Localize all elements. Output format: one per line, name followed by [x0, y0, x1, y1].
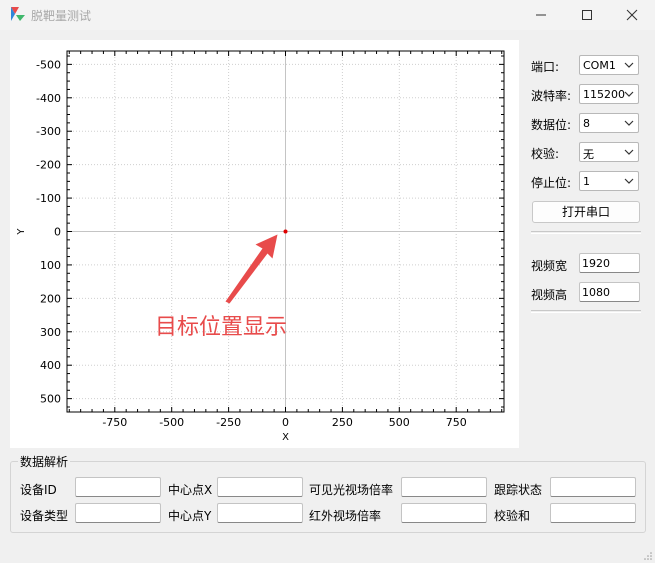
video-height-field[interactable]: 1080	[579, 282, 640, 302]
open-port-button[interactable]: 打开串口	[532, 201, 640, 223]
stopbits-select[interactable]: 1	[579, 171, 639, 191]
separator	[531, 231, 641, 234]
x-tick-label: -750	[102, 416, 127, 429]
y-tick-label: -400	[36, 92, 61, 105]
minimize-icon	[536, 14, 546, 16]
visible-zoom-field[interactable]	[401, 477, 487, 497]
y-tick-label: 100	[40, 259, 61, 272]
window-title: 脱靶量测试	[31, 9, 92, 23]
x-tick-label: 250	[332, 416, 353, 429]
x-tick-label: 750	[446, 416, 467, 429]
y-tick-label: -200	[36, 159, 61, 172]
parity-select[interactable]: 无	[579, 142, 639, 162]
y-tick-label: 500	[40, 393, 61, 406]
track-status-field[interactable]	[550, 477, 636, 497]
annotation-arrow	[225, 234, 278, 304]
checksum-label: 校验和	[494, 509, 531, 523]
y-tick-label: -500	[36, 58, 61, 71]
device-id-field[interactable]	[75, 477, 161, 497]
baud-value: 115200	[583, 88, 625, 101]
chevron-down-icon	[624, 62, 634, 68]
video-width-label: 视频宽	[531, 259, 568, 273]
center-x-label: 中心点X	[168, 483, 213, 497]
y-axis-label: Y	[16, 228, 27, 236]
parity-value: 无	[583, 148, 594, 161]
y-tick-label: 200	[40, 292, 61, 305]
chevron-down-icon	[624, 91, 634, 97]
maximize-icon	[582, 10, 592, 20]
ir-zoom-label: 红外视场倍率	[309, 509, 382, 523]
x-axis-label: X	[282, 432, 289, 443]
device-type-field[interactable]	[75, 503, 161, 523]
port-value: COM1	[583, 59, 616, 72]
y-tick-label: -100	[36, 192, 61, 205]
port-label: 端口:	[531, 60, 560, 74]
databits-select[interactable]: 8	[579, 113, 639, 133]
databits-label: 数据位:	[531, 118, 572, 132]
annotation-text: 目标位置显示	[155, 315, 287, 340]
video-width-field[interactable]: 1920	[579, 253, 640, 273]
y-tick-label: 300	[40, 326, 61, 339]
stopbits-label: 停止位:	[531, 176, 572, 190]
chevron-down-icon	[624, 120, 634, 126]
app-logo-icon	[11, 7, 25, 21]
chevron-down-icon	[624, 149, 634, 155]
video-height-label: 视频高	[531, 288, 568, 302]
device-id-label: 设备ID	[20, 483, 57, 497]
y-tick-label: 0	[54, 226, 61, 239]
chevron-down-icon	[624, 178, 634, 184]
target-plot-panel[interactable]: -750 -500 -250 0 250 500 750 -500 -400 -300 -200 -1…	[10, 40, 519, 448]
data-parse-group-title: 数据解析	[18, 453, 71, 470]
x-tick-label: -500	[159, 416, 184, 429]
center-x-field[interactable]	[217, 477, 303, 497]
center-y-label: 中心点Y	[168, 509, 212, 523]
title-bar: 脱靶量测试	[0, 0, 655, 30]
stopbits-value: 1	[583, 175, 590, 188]
x-tick-label: 0	[282, 416, 289, 429]
parity-label: 校验:	[531, 147, 560, 161]
x-tick-label: 500	[389, 416, 410, 429]
y-tick-label: -300	[36, 125, 61, 138]
video-width-value: 1920	[582, 257, 610, 270]
separator	[531, 310, 641, 313]
resize-grip-icon[interactable]	[643, 551, 653, 561]
ir-zoom-field[interactable]	[401, 503, 487, 523]
baud-label: 波特率:	[531, 89, 572, 103]
databits-value: 8	[583, 117, 590, 130]
maximize-button[interactable]	[564, 0, 610, 30]
port-select[interactable]: COM1	[579, 55, 639, 75]
center-y-field[interactable]	[217, 503, 303, 523]
checksum-field[interactable]	[550, 503, 636, 523]
track-status-label: 跟踪状态	[494, 483, 543, 497]
close-icon	[626, 9, 638, 21]
baud-select[interactable]: 115200	[579, 84, 639, 104]
y-tick-label: 400	[40, 359, 61, 372]
minimize-button[interactable]	[518, 0, 564, 30]
x-tick-label: -250	[216, 416, 241, 429]
video-height-value: 1080	[582, 286, 610, 299]
target-position-chart[interactable]: -750 -500 -250 0 250 500 750 -500 -400 -300 -200 -1…	[10, 40, 519, 448]
target-point	[283, 229, 288, 234]
device-type-label: 设备类型	[20, 509, 69, 523]
close-button[interactable]	[609, 0, 655, 30]
visible-zoom-label: 可见光视场倍率	[309, 483, 394, 497]
